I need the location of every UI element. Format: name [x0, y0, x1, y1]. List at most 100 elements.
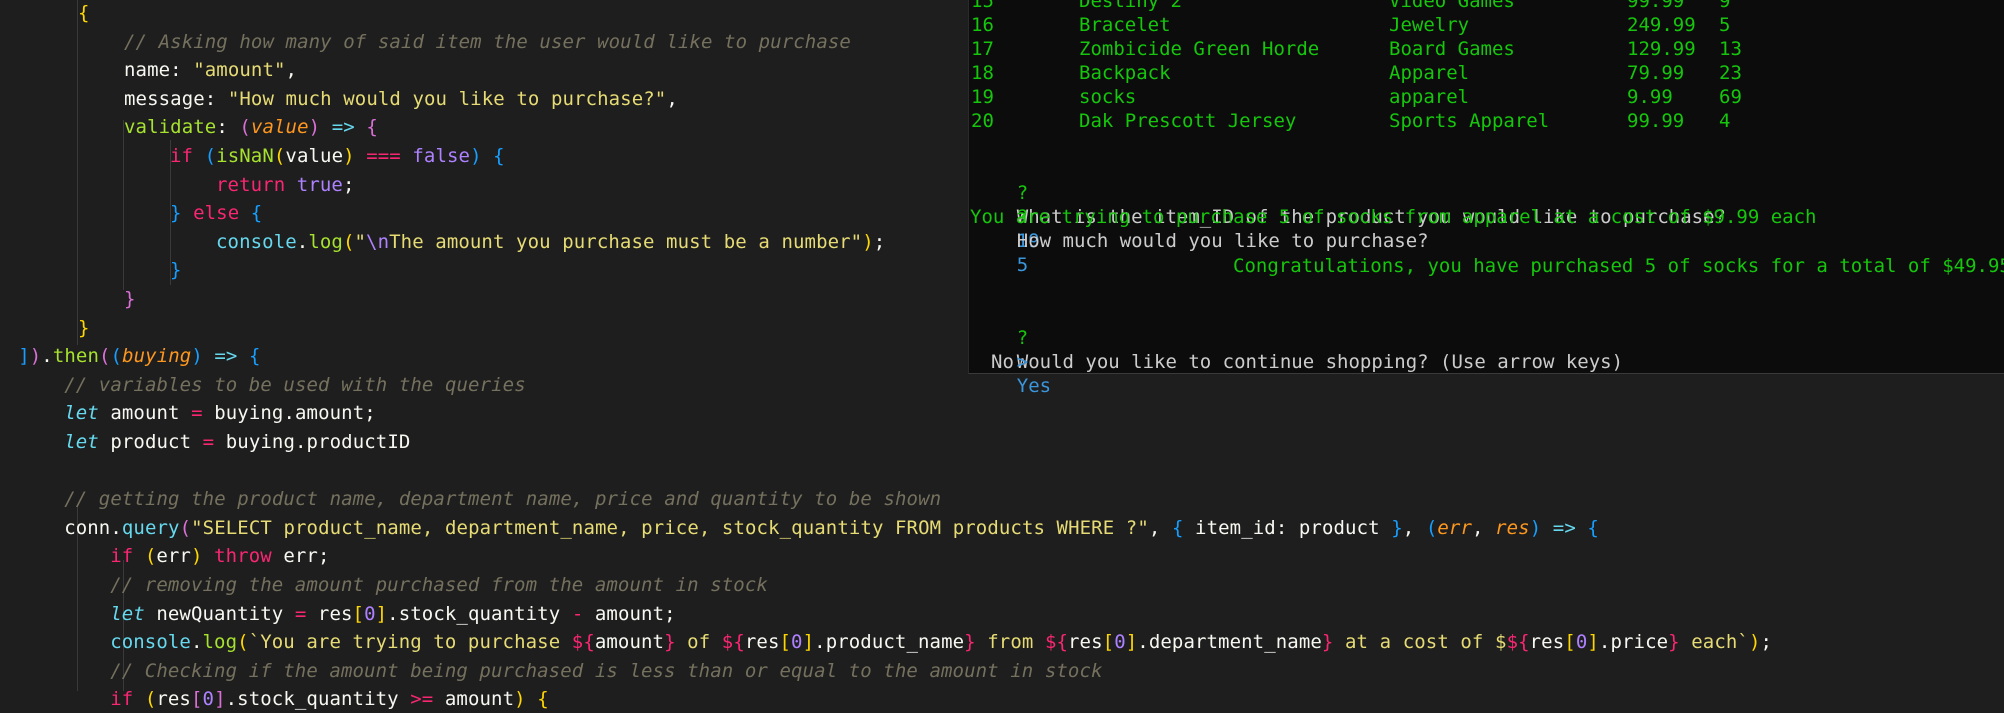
code-line: // Asking how many of said item the user… — [124, 28, 851, 56]
code-token: amount — [594, 631, 665, 654]
code-token: log — [202, 631, 238, 654]
code-token: ( — [98, 345, 111, 368]
prompt-continue: ? Would you like to continue shopping? (… — [971, 302, 1623, 373]
code-token: 0 — [1575, 631, 1588, 654]
terminal-panel[interactable]: 15 Destiny 2 Video Games 99.99 9 16 Bracelet Je… — [968, 0, 2004, 397]
code-token: ( — [237, 631, 249, 654]
code-token: amount — [295, 402, 365, 425]
prompt-question: Would you like to continue shopping? (Us… — [1016, 351, 1624, 373]
table-cell-price: 99.99 — [1627, 110, 1685, 132]
code-token: , — [1402, 516, 1426, 539]
code-line: return true; — [216, 171, 354, 199]
code-token: name — [124, 59, 171, 82]
code-line: // variables to be used with the queries — [64, 371, 526, 399]
code-token: ( — [239, 116, 251, 139]
table-cell-name: Bracelet — [1079, 14, 1171, 36]
code-token: from — [975, 631, 1045, 654]
code-token: : — [1275, 516, 1299, 539]
code-token: // removing the amount purchased from th… — [110, 574, 768, 596]
code-token: [ — [1564, 631, 1576, 654]
code-token: res — [1495, 516, 1530, 539]
code-token: throw — [214, 545, 272, 568]
code-token: >= — [410, 688, 434, 711]
code-token: let — [64, 402, 99, 425]
code-token: console — [216, 230, 297, 253]
code-token: { — [1171, 516, 1184, 539]
code-token: ( — [1425, 516, 1438, 539]
table-cell-dept: Apparel — [1389, 62, 1470, 84]
code-token: } — [964, 631, 976, 654]
choice-yes[interactable]: > Yes — [971, 326, 1051, 397]
code-token: // Checking if the amount being purchase… — [110, 659, 1103, 682]
code-token: } — [78, 316, 90, 339]
table-cell-price: 249.99 — [1627, 14, 1696, 36]
code-token: let — [64, 431, 99, 453]
code-token: ] — [1125, 631, 1138, 654]
code-token: console — [110, 631, 191, 654]
code-token: [ — [1102, 631, 1115, 654]
table-cell-qty: 69 — [1719, 86, 1742, 108]
code-token: , — [1472, 516, 1496, 539]
code-token: = — [202, 431, 215, 453]
code-token: if — [110, 545, 134, 568]
code-token: item_id — [1183, 516, 1276, 539]
code-token: => — [1541, 516, 1588, 539]
table-cell-dept: apparel — [1389, 86, 1470, 108]
code-token: ) — [191, 345, 203, 368]
code-token: newQuantity — [144, 602, 295, 625]
code-token: ) — [190, 545, 203, 568]
table-cell-id: 17 — [971, 38, 994, 60]
table-cell-qty: 5 — [1719, 14, 1731, 36]
table-cell-dept: Sports Apparel — [1389, 110, 1550, 132]
code-token: } — [1391, 516, 1403, 539]
choice-no[interactable]: No — [991, 350, 1014, 374]
code-token: ; — [342, 173, 355, 196]
code-token: "SELECT product_name, department_name, p… — [191, 516, 1149, 539]
code-token: res — [156, 688, 191, 711]
code-token: ; — [317, 545, 330, 568]
code-token: ${ — [571, 631, 595, 654]
code-token: err — [271, 545, 318, 568]
table-row: 17 Zombicide Green Horde Board Games 129.99… — [969, 37, 1999, 61]
code-line: // getting the product name, department … — [64, 485, 941, 513]
table-cell-qty: 23 — [1719, 62, 1742, 84]
code-token: ) — [29, 345, 42, 368]
code-token: [ — [352, 602, 365, 625]
code-token: ] — [375, 602, 388, 625]
code-token: { — [78, 2, 90, 24]
code-token: } — [1668, 631, 1680, 654]
prompt-item-id: ? What is the item_ID of the product you… — [971, 157, 1726, 252]
code-token: isNaN — [216, 145, 274, 167]
code-token: . — [295, 431, 307, 453]
code-token: ; — [873, 230, 886, 253]
code-token: 0 — [791, 631, 803, 654]
code-token: ) — [470, 145, 482, 167]
choice-yes-label: Yes — [1016, 375, 1052, 397]
code-token: - — [571, 602, 584, 625]
code-line: if (isNaN(value) === false) { — [170, 142, 505, 170]
code-token: ${ — [721, 631, 745, 654]
code-token: value — [250, 116, 309, 139]
code-token: . — [110, 516, 122, 539]
code-token: department_name — [1148, 631, 1322, 654]
code-line: let amount = buying.amount; — [64, 399, 376, 427]
table-cell-id: 16 — [971, 14, 994, 36]
code-token: } — [124, 288, 136, 310]
code-token: . — [387, 602, 399, 625]
code-token: . — [283, 402, 295, 425]
table-row: 16 Bracelet Jewelry 249.99 5 — [969, 13, 1999, 37]
code-token: 0 — [1114, 631, 1126, 654]
code-token: `You are trying to purchase — [248, 631, 572, 654]
table-cell-dept: Video Games — [1389, 0, 1515, 12]
code-token: ( — [179, 516, 192, 539]
code-token: . — [190, 631, 203, 654]
code-token: // Asking how many of said item the user… — [124, 30, 851, 53]
table-cell-dept: Jewelry — [1389, 14, 1470, 36]
code-token: amount — [433, 688, 515, 711]
code-token: res — [1068, 631, 1103, 654]
code-token: ( — [110, 345, 123, 368]
table-cell-name: socks — [1079, 86, 1137, 108]
